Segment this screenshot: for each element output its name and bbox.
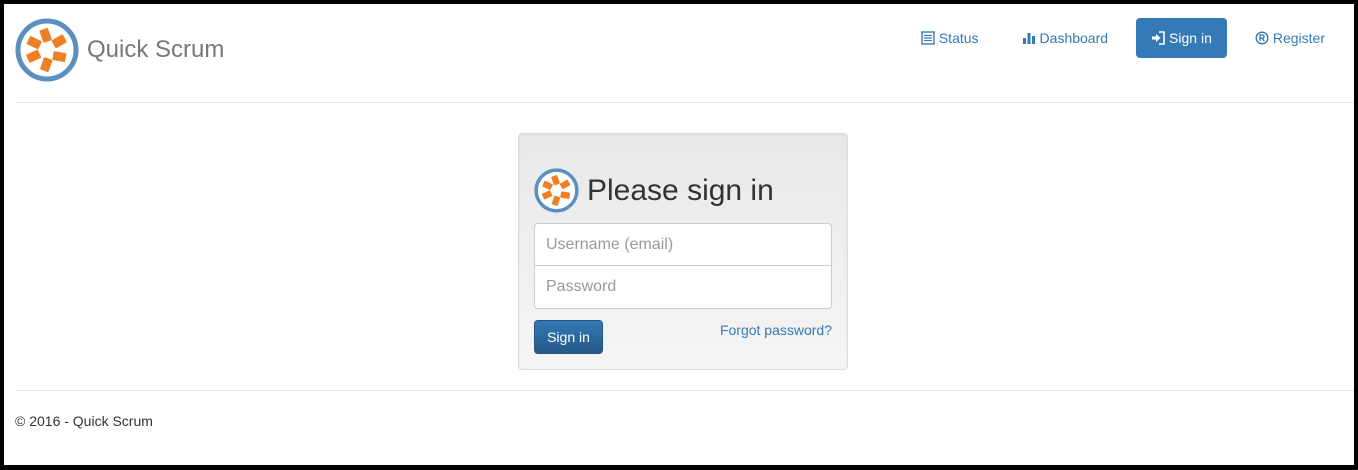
nav-register[interactable]: Register [1240,18,1340,58]
main-nav: Status Dashboard Sign in Register [893,18,1340,58]
sign-in-form: Please sign in Sign in Forgot password? [518,133,848,370]
password-input[interactable] [534,266,832,309]
bar-chart-icon [1022,33,1035,44]
username-input[interactable] [534,223,832,266]
sign-in-button[interactable]: Sign in [534,320,603,354]
nav-dashboard[interactable]: Dashboard [1007,18,1124,58]
sign-in-title: Please sign in [587,173,774,207]
footer-copyright: © 2016 - Quick Scrum [15,413,153,429]
list-icon [921,31,935,45]
nav-sign-in[interactable]: Sign in [1136,18,1227,58]
sign-in-heading: Please sign in [534,168,774,213]
nav-status[interactable]: Status [906,18,994,58]
nav-dashboard-label: Dashboard [1039,30,1109,46]
header-divider [15,102,1354,103]
nav-register-label: Register [1272,30,1325,46]
sign-in-icon [1152,31,1165,45]
forgot-password-link[interactable]: Forgot password? [720,322,832,338]
page: Quick Scrum Status Dashboard Sign in Reg… [4,4,1354,465]
quick-scrum-logo-icon [534,168,579,213]
quick-scrum-logo-icon [15,18,79,82]
nav-sign-in-label: Sign in [1169,30,1212,46]
brand-name: Quick Scrum [87,36,225,63]
registered-icon [1255,31,1269,45]
navbar: Quick Scrum Status Dashboard Sign in Reg… [4,4,1354,102]
brand-link[interactable]: Quick Scrum [15,18,224,82]
nav-status-label: Status [938,30,979,46]
footer-divider [15,390,1354,391]
